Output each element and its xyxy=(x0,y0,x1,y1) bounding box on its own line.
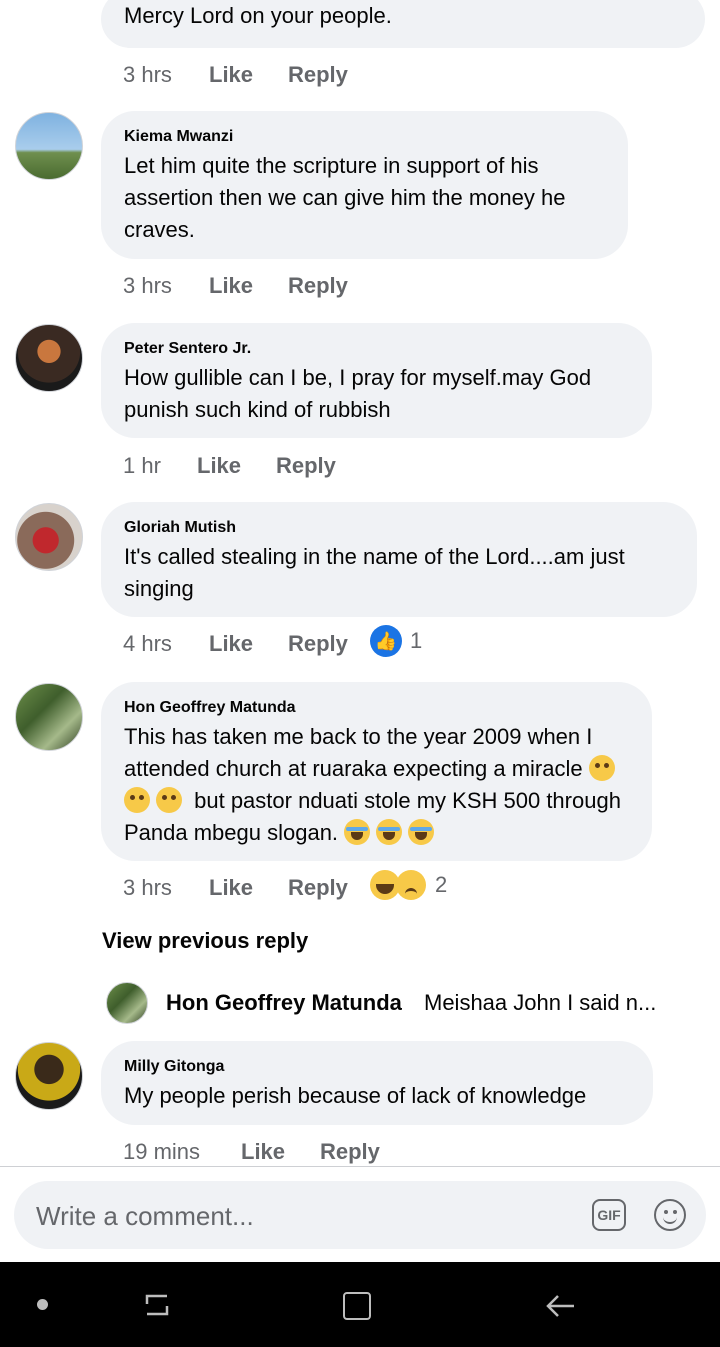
comment-author[interactable]: Kiema Mwanzi xyxy=(124,111,606,146)
comment-author[interactable]: Hon Geoffrey Matunda xyxy=(124,682,630,717)
comment-bubble[interactable]: Kiema Mwanzi Let him quite the scripture… xyxy=(101,111,628,259)
composer-divider xyxy=(0,1166,720,1167)
reply-button[interactable]: Reply xyxy=(288,874,348,902)
avatar[interactable] xyxy=(15,1042,83,1110)
back-arrow-icon[interactable] xyxy=(544,1290,576,1322)
comment-text-part: but pastor nduati stole my KSH 500 throu… xyxy=(124,788,621,845)
comment-input[interactable] xyxy=(34,1181,578,1251)
thumbs-up-icon[interactable]: 👍 xyxy=(370,625,402,657)
comment-time: 3 hrs xyxy=(123,273,172,298)
recents-icon[interactable] xyxy=(144,1292,170,1318)
gif-button[interactable]: GIF xyxy=(592,1199,626,1231)
like-button[interactable]: Like xyxy=(197,452,241,480)
home-icon[interactable] xyxy=(343,1292,371,1320)
comment-bubble[interactable]: Mercy Lord on your people. xyxy=(101,0,705,48)
comment-author[interactable]: Milly Gitonga xyxy=(124,1041,631,1076)
avatar[interactable] xyxy=(15,112,83,180)
comment-text: This has taken me back to the year 2009 … xyxy=(124,721,630,849)
comment-text: It's called stealing in the name of the … xyxy=(124,544,625,601)
comment-text-part: This has taken me back to the year 2009 … xyxy=(124,724,593,781)
reply-button[interactable]: Reply xyxy=(288,272,348,300)
like-button[interactable]: Like xyxy=(209,630,253,658)
reply-button[interactable]: Reply xyxy=(288,61,348,89)
comment-author[interactable]: Peter Sentero Jr. xyxy=(124,323,630,358)
comment-bubble[interactable]: Peter Sentero Jr. How gullible can I be,… xyxy=(101,323,652,438)
reply-author[interactable]: Hon Geoffrey Matunda xyxy=(166,990,402,1016)
comment-text: My people perish because of lack of know… xyxy=(124,1083,587,1108)
reaction-count[interactable]: 1 xyxy=(410,628,422,654)
comment-bubble[interactable]: Milly Gitonga My people perish because o… xyxy=(101,1041,653,1125)
like-button[interactable]: Like xyxy=(241,1138,285,1166)
comment-time: 3 hrs xyxy=(123,875,172,900)
avatar[interactable] xyxy=(15,324,83,392)
view-previous-reply-link[interactable]: View previous reply xyxy=(102,928,308,954)
avatar[interactable] xyxy=(106,982,148,1024)
comment-author[interactable]: Gloriah Mutish xyxy=(124,502,675,537)
thinking-face-icon xyxy=(156,787,182,813)
thinking-face-icon xyxy=(124,787,150,813)
reaction-count[interactable]: 2 xyxy=(435,872,447,898)
sad-face-icon[interactable] xyxy=(396,870,426,900)
avatar[interactable] xyxy=(15,503,83,571)
reply-button[interactable]: Reply xyxy=(320,1138,380,1166)
comment-bubble[interactable]: Hon Geoffrey Matunda This has taken me b… xyxy=(101,682,652,861)
thinking-face-icon xyxy=(588,755,615,781)
system-navigation-bar xyxy=(0,1262,720,1347)
comment-text: Mercy Lord on your people. xyxy=(124,3,392,28)
reply-button[interactable]: Reply xyxy=(288,630,348,658)
reply-button[interactable]: Reply xyxy=(276,452,336,480)
crying-face-icon xyxy=(344,819,371,845)
comment-text: How gullible can I be, I pray for myself… xyxy=(124,365,592,422)
crying-face-icon xyxy=(376,819,403,845)
avatar[interactable] xyxy=(15,683,83,751)
like-button[interactable]: Like xyxy=(209,61,253,89)
reply-text: Meishaa John I said n... xyxy=(424,990,657,1015)
comment-time: 3 hrs xyxy=(123,62,172,87)
comment-text: Let him quite the scripture in support o… xyxy=(124,153,566,242)
nav-dot-icon[interactable] xyxy=(37,1299,48,1310)
like-button[interactable]: Like xyxy=(209,272,253,300)
comment-time: 4 hrs xyxy=(123,631,172,656)
comment-feed: Mercy Lord on your people. 3 hrs Like Re… xyxy=(0,0,720,1166)
like-button[interactable]: Like xyxy=(209,874,253,902)
smiley-icon[interactable] xyxy=(654,1199,686,1231)
crying-face-icon xyxy=(408,819,435,845)
comment-bubble[interactable]: Gloriah Mutish It's called stealing in t… xyxy=(101,502,697,617)
comment-composer[interactable]: GIF xyxy=(14,1181,706,1251)
comment-time: 1 hr xyxy=(123,453,161,478)
reply-preview[interactable]: Hon Geoffrey Matunda Meishaa John I said… xyxy=(106,980,706,1026)
comment-time: 19 mins xyxy=(123,1139,201,1164)
